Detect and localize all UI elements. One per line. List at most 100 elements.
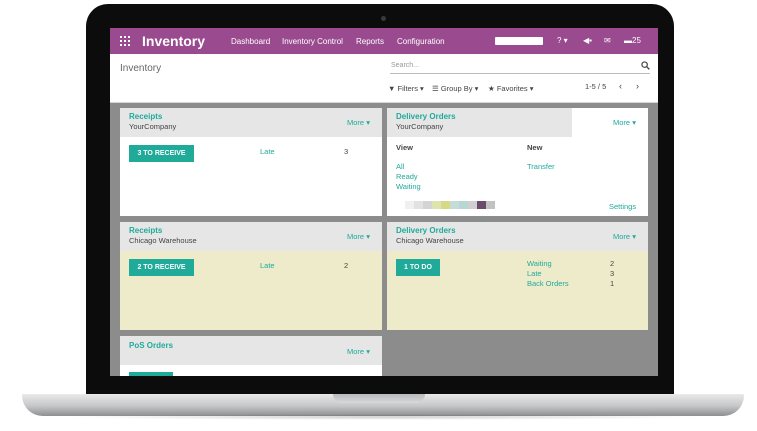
waiting-link[interactable]: Waiting xyxy=(527,259,552,268)
late-count: 2 xyxy=(344,261,349,270)
more-dropdown[interactable]: More ▾ xyxy=(613,118,636,127)
search-input[interactable]: Search... xyxy=(390,61,650,74)
view-waiting-link[interactable]: Waiting xyxy=(396,182,421,191)
caret-icon: ▾ xyxy=(366,232,370,241)
more-label: More xyxy=(347,118,365,127)
to-receive-button[interactable]: 3 TO RECEIVE xyxy=(129,145,194,162)
card-header: PoS Orders More ▾ xyxy=(120,336,382,365)
menu-configuration[interactable]: Configuration xyxy=(397,37,445,46)
card-header: Delivery Orders Chicago Warehouse More ▾ xyxy=(387,222,648,251)
caret-icon: ▾ xyxy=(474,84,479,93)
color-swatch[interactable] xyxy=(414,201,423,209)
card-header: Receipts Chicago Warehouse More ▾ xyxy=(120,222,382,251)
card-subtitle: YourCompany xyxy=(129,122,177,131)
to-do-button[interactable]: 1 TO DO xyxy=(396,259,440,276)
card-header: Delivery Orders YourCompany xyxy=(387,108,572,137)
color-swatch[interactable] xyxy=(477,201,486,209)
to-receive-button[interactable]: 2 TO RECEIVE xyxy=(129,259,194,276)
breadcrumb: Inventory xyxy=(120,63,162,74)
card-title[interactable]: PoS Orders xyxy=(129,341,173,350)
color-swatch[interactable] xyxy=(450,201,459,209)
color-swatch[interactable] xyxy=(405,201,414,209)
groupby-label: Group By xyxy=(440,84,473,93)
top-navbar: Inventory Dashboard Inventory Control Re… xyxy=(110,28,658,54)
groupby-dropdown[interactable]: ☰ Group By ▾ xyxy=(432,84,478,93)
new-header: New xyxy=(527,143,543,152)
more-dropdown[interactable]: More ▾ xyxy=(613,232,636,241)
card-title[interactable]: Receipts xyxy=(129,226,162,235)
more-label: More xyxy=(347,347,365,356)
card-title[interactable]: Delivery Orders xyxy=(396,112,456,121)
late-link[interactable]: Late xyxy=(527,269,542,278)
caret-icon: ▾ xyxy=(632,232,636,241)
receipts-chicago-card: Receipts Chicago Warehouse More ▾ 2 TO R… xyxy=(120,222,382,330)
new-transfer-link[interactable]: Transfer xyxy=(527,162,555,171)
caret-icon: ▾ xyxy=(529,84,534,93)
more-dropdown[interactable]: More ▾ xyxy=(347,118,370,127)
color-swatch[interactable] xyxy=(396,201,405,209)
more-label: More xyxy=(347,232,365,241)
pager-prev-icon[interactable]: ‹ xyxy=(619,81,622,91)
back-orders-count: 1 xyxy=(610,279,615,288)
filters-dropdown[interactable]: ▼ Filters ▾ xyxy=(388,84,424,93)
back-orders-link[interactable]: Back Orders xyxy=(527,279,569,288)
waiting-count: 2 xyxy=(610,259,615,268)
messages-icon[interactable]: ▬25 xyxy=(624,36,641,45)
card-title[interactable]: Delivery Orders xyxy=(396,226,456,235)
pos-orders-card: PoS Orders More ▾ xyxy=(120,336,382,376)
menu-reports[interactable]: Reports xyxy=(356,37,384,46)
help-icon[interactable]: ? ▾ xyxy=(557,36,568,45)
pager-next-icon[interactable]: › xyxy=(636,81,639,91)
late-link[interactable]: Late xyxy=(260,261,275,270)
delivery-yourcompany-card: Delivery Orders YourCompany More ▾ View … xyxy=(387,108,648,216)
color-swatch[interactable] xyxy=(441,201,450,209)
list-icon: ☰ xyxy=(432,84,439,93)
color-swatch[interactable] xyxy=(468,201,477,209)
menu-dashboard[interactable]: Dashboard xyxy=(231,37,270,46)
view-all-link[interactable]: All xyxy=(396,162,404,171)
view-ready-link[interactable]: Ready xyxy=(396,172,418,181)
favorites-dropdown[interactable]: ★ Favorites ▾ xyxy=(488,84,534,93)
control-panel: Inventory Search... ▼ Filters ▾ ☰ Group … xyxy=(110,54,658,103)
more-label: More xyxy=(613,118,631,127)
view-header: View xyxy=(396,143,413,152)
caret-icon: ▾ xyxy=(632,118,636,127)
mail-icon[interactable]: ✉ xyxy=(604,36,611,45)
topbar-progress-bar xyxy=(495,37,543,45)
pos-action-button[interactable] xyxy=(129,372,173,376)
caret-icon: ▾ xyxy=(420,84,424,93)
color-swatch[interactable] xyxy=(423,201,432,209)
color-swatch[interactable] xyxy=(459,201,468,209)
app-title: Inventory xyxy=(142,33,206,49)
filter-icon: ▼ xyxy=(388,84,396,93)
late-count: 3 xyxy=(344,147,349,156)
app-grid-icon[interactable] xyxy=(120,36,130,46)
star-icon: ★ xyxy=(488,84,495,93)
late-count: 3 xyxy=(610,269,615,278)
sound-icon[interactable]: ◀▪ xyxy=(583,36,592,45)
laptop-shadow xyxy=(60,414,706,420)
more-dropdown[interactable]: More ▾ xyxy=(347,347,370,356)
color-swatch[interactable] xyxy=(486,201,495,209)
late-link[interactable]: Late xyxy=(260,147,275,156)
card-subtitle: YourCompany xyxy=(396,122,444,131)
menu-inventory-control[interactable]: Inventory Control xyxy=(282,37,343,46)
laptop-notch xyxy=(333,394,425,403)
caret-icon: ▾ xyxy=(366,347,370,356)
card-title[interactable]: Receipts xyxy=(129,112,162,121)
settings-link[interactable]: Settings xyxy=(609,202,636,211)
filters-label: Filters xyxy=(397,84,418,93)
pager-value: 1-5 / 5 xyxy=(585,82,607,91)
caret-icon: ▾ xyxy=(366,118,370,127)
app-screen: Inventory Dashboard Inventory Control Re… xyxy=(110,28,658,376)
receipts-yourcompany-card: Receipts YourCompany More ▾ 3 TO RECEIVE… xyxy=(120,108,382,216)
color-picker[interactable] xyxy=(396,201,495,209)
more-dropdown[interactable]: More ▾ xyxy=(347,232,370,241)
more-label: More xyxy=(613,232,631,241)
webcam xyxy=(381,16,386,21)
color-swatch[interactable] xyxy=(432,201,441,209)
message-count: 25 xyxy=(632,36,641,45)
search-icon[interactable] xyxy=(641,61,650,70)
card-header: Receipts YourCompany More ▾ xyxy=(120,108,382,137)
card-subtitle: Chicago Warehouse xyxy=(396,236,464,245)
